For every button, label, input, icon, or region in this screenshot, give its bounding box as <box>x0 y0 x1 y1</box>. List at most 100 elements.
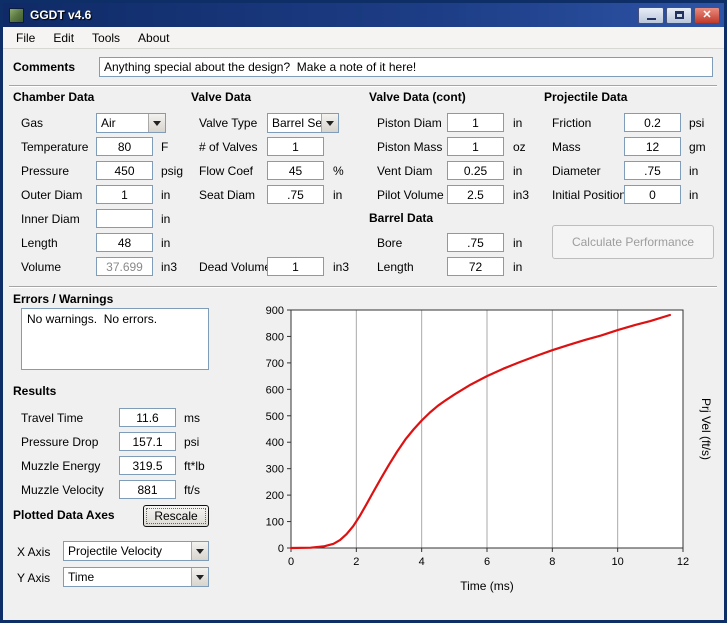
outer-diam-label: Outer Diam <box>21 188 82 202</box>
muzzle-velocity-unit: ft/s <box>184 483 200 497</box>
muzzle-energy-unit: ft*lb <box>184 459 205 473</box>
piston-mass-unit: oz <box>513 140 526 154</box>
muzzle-velocity-field <box>119 480 176 499</box>
svg-text:300: 300 <box>266 464 284 476</box>
inner-diam-field[interactable] <box>96 209 153 228</box>
svg-text:12: 12 <box>677 556 689 568</box>
initial-position-label: Initial Position <box>552 188 626 202</box>
outer-diam-field[interactable] <box>96 185 153 204</box>
flow-coef-unit: % <box>333 164 344 178</box>
chevron-down-icon <box>196 549 204 554</box>
travel-time-unit: ms <box>184 411 200 425</box>
barrel-length-field[interactable] <box>447 257 504 276</box>
gas-value: Air <box>101 116 116 130</box>
svg-text:10: 10 <box>612 556 624 568</box>
valve-type-label: Valve Type <box>199 116 257 130</box>
x-axis-dropdown-button[interactable] <box>191 542 208 560</box>
flow-coef-label: Flow Coef <box>199 164 253 178</box>
diameter-unit: in <box>689 164 698 178</box>
y-axis-value: Time <box>68 570 94 584</box>
friction-field[interactable] <box>624 113 681 132</box>
menu-file[interactable]: File <box>7 29 44 47</box>
pressure-field[interactable] <box>96 161 153 180</box>
muzzle-velocity-label: Muzzle Velocity <box>21 483 104 497</box>
gas-dropdown-button[interactable] <box>148 114 165 132</box>
maximize-button[interactable] <box>666 7 692 24</box>
outer-diam-unit: in <box>161 188 170 202</box>
app-icon <box>9 8 24 23</box>
app-window: GGDT v4.6 ✕ File Edit Tools About Commen… <box>0 0 727 623</box>
dead-volume-field[interactable] <box>267 257 324 276</box>
results-title: Results <box>13 384 56 398</box>
piston-diam-unit: in <box>513 116 522 130</box>
num-valves-field[interactable] <box>267 137 324 156</box>
titlebar[interactable]: GGDT v4.6 ✕ <box>3 3 724 27</box>
errors-warnings-textarea[interactable]: No warnings. No errors. <box>21 308 209 370</box>
muzzle-energy-field <box>119 456 176 475</box>
chamber-length-label: Length <box>21 236 58 250</box>
chamber-length-field[interactable] <box>96 233 153 252</box>
minimize-button[interactable] <box>638 7 664 24</box>
piston-diam-label: Piston Diam <box>377 116 442 130</box>
pressure-unit: psig <box>161 164 183 178</box>
valve-type-dropdown-button[interactable] <box>321 114 338 132</box>
dead-volume-label: Dead Volume <box>199 260 271 274</box>
temperature-field[interactable] <box>96 137 153 156</box>
seat-diam-unit: in <box>333 188 342 202</box>
volume-field <box>96 257 153 276</box>
svg-text:900: 900 <box>266 305 284 317</box>
diameter-field[interactable] <box>624 161 681 180</box>
x-axis-select[interactable]: Projectile Velocity <box>63 541 209 561</box>
bore-unit: in <box>513 236 522 250</box>
travel-time-label: Travel Time <box>21 411 83 425</box>
piston-mass-field[interactable] <box>447 137 504 156</box>
svg-text:200: 200 <box>266 490 284 502</box>
comments-input[interactable] <box>99 57 713 77</box>
vent-diam-field[interactable] <box>447 161 504 180</box>
close-button[interactable]: ✕ <box>694 7 720 24</box>
errors-warnings-title: Errors / Warnings <box>13 292 113 306</box>
flow-coef-field[interactable] <box>267 161 324 180</box>
initial-position-unit: in <box>689 188 698 202</box>
pilot-volume-unit: in3 <box>513 188 529 202</box>
chevron-down-icon <box>326 121 334 126</box>
menu-about[interactable]: About <box>129 29 178 47</box>
chamber-data-title: Chamber Data <box>13 90 94 104</box>
chevron-down-icon <box>196 575 204 580</box>
piston-diam-field[interactable] <box>447 113 504 132</box>
svg-text:2: 2 <box>353 556 359 568</box>
pilot-volume-field[interactable] <box>447 185 504 204</box>
bore-field[interactable] <box>447 233 504 252</box>
valve-type-select[interactable]: Barrel Seal <box>267 113 339 133</box>
initial-position-field[interactable] <box>624 185 681 204</box>
rescale-button[interactable]: Rescale <box>143 505 209 527</box>
barrel-data-title: Barrel Data <box>369 211 433 225</box>
calculate-performance-button[interactable]: Calculate Performance <box>552 225 714 259</box>
dead-volume-unit: in3 <box>333 260 349 274</box>
temperature-unit: F <box>161 140 168 154</box>
svg-text:0: 0 <box>278 543 284 555</box>
divider-middle <box>9 286 717 288</box>
y-axis-dropdown-button[interactable] <box>191 568 208 586</box>
svg-text:500: 500 <box>266 411 284 423</box>
y-axis-select[interactable]: Time <box>63 567 209 587</box>
svg-text:800: 800 <box>266 331 284 343</box>
pressure-drop-label: Pressure Drop <box>21 435 98 449</box>
menu-tools[interactable]: Tools <box>83 29 129 47</box>
barrel-length-label: Length <box>377 260 414 274</box>
seat-diam-field[interactable] <box>267 185 324 204</box>
muzzle-energy-label: Muzzle Energy <box>21 459 100 473</box>
svg-text:700: 700 <box>266 358 284 370</box>
gas-select[interactable]: Air <box>96 113 166 133</box>
velocity-time-chart: 0246810120100200300400500600700800900 <box>239 296 720 572</box>
svg-text:6: 6 <box>484 556 490 568</box>
valve-data-title: Valve Data <box>191 90 251 104</box>
mass-unit: gm <box>689 140 706 154</box>
mass-field[interactable] <box>624 137 681 156</box>
comments-label: Comments <box>13 60 75 74</box>
bore-label: Bore <box>377 236 402 250</box>
x-axis-value: Projectile Velocity <box>68 544 162 558</box>
diameter-label: Diameter <box>552 164 601 178</box>
chart-x-axis-label: Time (ms) <box>427 579 547 593</box>
menu-edit[interactable]: Edit <box>44 29 83 47</box>
